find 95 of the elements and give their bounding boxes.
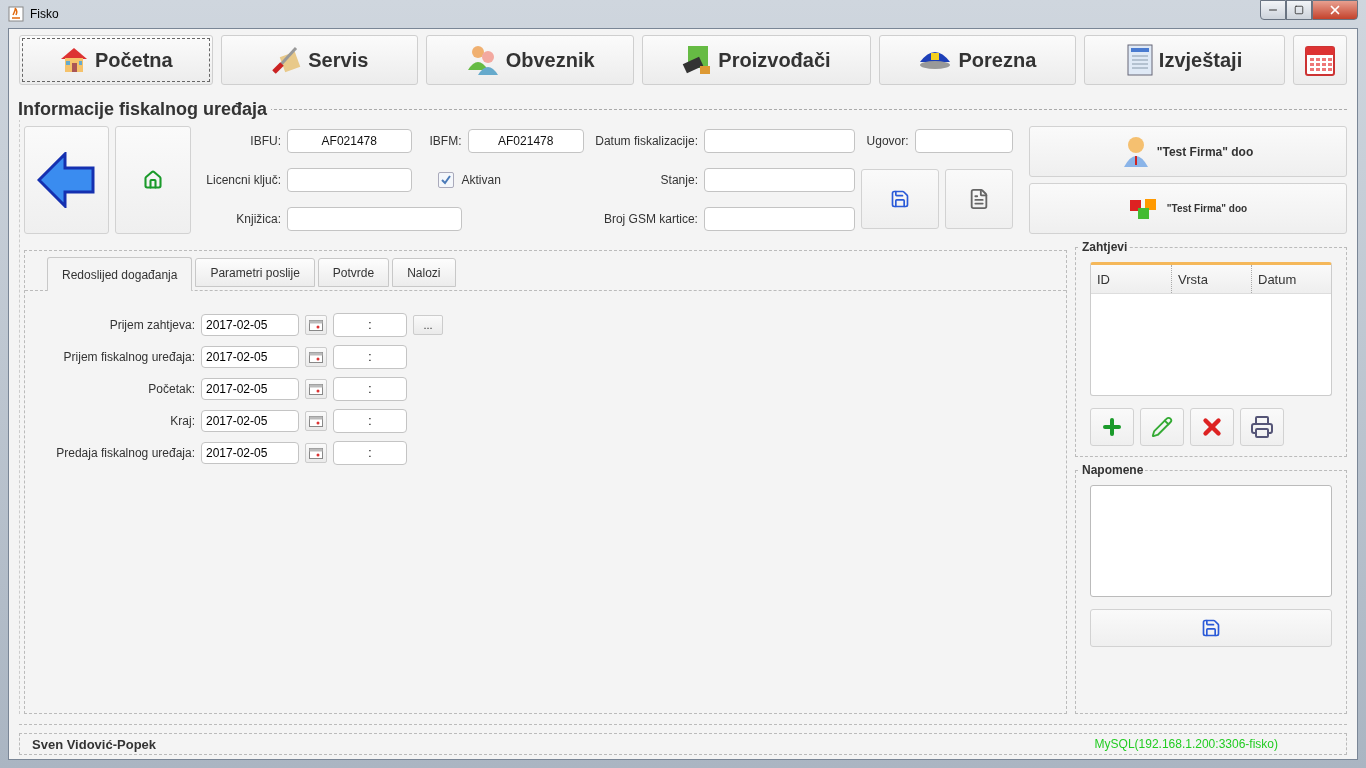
date-field[interactable]: 2017-02-05 (201, 346, 299, 368)
input-field[interactable] (703, 129, 855, 154)
left-arrow-icon (36, 152, 97, 208)
field-label: Licencni ključ: (205, 173, 281, 187)
toolbar-button[interactable] (1090, 408, 1134, 446)
calendar-icon (1305, 44, 1335, 76)
active-checkbox[interactable]: Aktivan (417, 172, 584, 188)
field-label: Knjižica: (235, 211, 281, 226)
tab[interactable]: Nalozi (392, 258, 456, 287)
group-title: Zahtjevi (1081, 240, 1129, 254)
checkbox[interactable] (437, 172, 454, 188)
printer-icon (1250, 415, 1274, 439)
connection-status: MySQL(192.168.1.200:3306-fisko) (1094, 737, 1278, 751)
calendar-icon (309, 415, 323, 427)
calendar-icon (309, 319, 323, 331)
input-field[interactable] (287, 206, 462, 231)
home-button[interactable] (115, 126, 191, 234)
window-title: Fisko (30, 7, 60, 21)
input-field[interactable]: AF021478 (467, 129, 584, 154)
document-button[interactable] (945, 169, 1013, 230)
date-field[interactable]: 2017-02-05 (201, 378, 299, 400)
tab[interactable]: Redoslijed događanja (47, 257, 193, 291)
date-field[interactable]: 2017-02-05 (201, 442, 299, 464)
nav-button[interactable]: Proizvođači (642, 35, 871, 85)
field-label: Prijem zahtjeva: (108, 318, 195, 332)
field-label: Datum fiskalizacije: (594, 134, 698, 149)
plus-icon (1100, 415, 1124, 439)
time-field[interactable]: : (333, 313, 407, 337)
date-picker-button[interactable] (305, 379, 327, 399)
field-label: Kraj: (169, 414, 195, 428)
date-picker-button[interactable] (305, 315, 327, 335)
date-field[interactable]: 2017-02-05 (201, 314, 299, 336)
time-field[interactable]: : (333, 377, 407, 401)
field-label: Broj GSM kartice: (602, 211, 698, 226)
app-icon (8, 6, 24, 22)
more-button[interactable]: ... (413, 315, 443, 335)
time-field[interactable]: : (333, 409, 407, 433)
save-button[interactable] (860, 169, 940, 230)
back-button[interactable] (24, 126, 109, 234)
save-icon (1201, 618, 1221, 638)
nav-button[interactable]: Izvještaji (1084, 35, 1285, 85)
input-field[interactable] (703, 206, 855, 231)
cubes-icon (1128, 196, 1159, 221)
notes-field[interactable] (1090, 485, 1332, 597)
date-field[interactable]: 2017-02-05 (201, 410, 299, 432)
field-label: IBFM: (428, 134, 462, 149)
company-button[interactable]: "Test Firma" doo (1029, 183, 1347, 234)
time-field[interactable]: : (333, 441, 407, 465)
nav-button[interactable]: Servis (220, 35, 418, 85)
people-icon (465, 44, 500, 76)
date-picker-button[interactable] (305, 347, 327, 367)
field-label: Predaja fiskalnog uređaja: (55, 446, 195, 460)
user-icon (1122, 135, 1149, 168)
input-field[interactable] (914, 129, 1013, 154)
input-field[interactable] (703, 168, 855, 192)
column-header[interactable]: Vrsta (1171, 265, 1251, 293)
maximize-button[interactable] (1286, 0, 1312, 20)
pencil-icon (1151, 416, 1173, 438)
check-icon (439, 174, 452, 186)
document-icon (1126, 44, 1153, 76)
user-name: Sven Vidović-Popek (32, 736, 157, 752)
calendar-icon (309, 447, 323, 459)
maximize-icon (1294, 5, 1304, 15)
minimize-button[interactable] (1260, 0, 1286, 20)
calendar-icon (309, 351, 323, 363)
company-button[interactable]: "Test Firma" doo (1029, 126, 1347, 177)
close-button[interactable] (1312, 0, 1358, 20)
field-label: Stanje: (659, 173, 698, 187)
nav-button[interactable]: Obveznik (425, 35, 635, 85)
input-field[interactable] (287, 168, 412, 192)
toolbar-button[interactable] (1190, 408, 1234, 446)
tab[interactable]: Potvrde (317, 258, 390, 287)
field-label: Prijem fiskalnog uređaja: (62, 350, 195, 364)
group-title: Napomene (1081, 463, 1145, 477)
home-icon (143, 170, 163, 190)
save-icon (890, 189, 911, 210)
toolbar-button[interactable] (1240, 408, 1284, 446)
date-picker-button[interactable] (305, 411, 327, 431)
nav-button[interactable]: Početna (19, 35, 213, 85)
field-label: Početak: (147, 382, 195, 396)
date-picker-button[interactable] (305, 443, 327, 463)
field-label: IBFU: (249, 134, 281, 149)
calendar-icon (309, 383, 323, 395)
calendar-button[interactable] (1293, 35, 1347, 85)
section-title: Informacije fiskalnog uređaja (18, 99, 269, 120)
toolbar-button[interactable] (1140, 408, 1184, 446)
field-label: Ugovor: (865, 134, 909, 149)
column-header[interactable]: Datum (1251, 265, 1331, 293)
tools-icon (270, 44, 303, 76)
column-header[interactable]: ID (1091, 265, 1171, 293)
close-icon (1328, 3, 1342, 17)
nav-button[interactable]: Porezna (878, 35, 1077, 85)
input-field[interactable]: AF021478 (287, 129, 412, 154)
time-field[interactable]: : (333, 345, 407, 369)
tab[interactable]: Parametri poslije (195, 258, 315, 287)
